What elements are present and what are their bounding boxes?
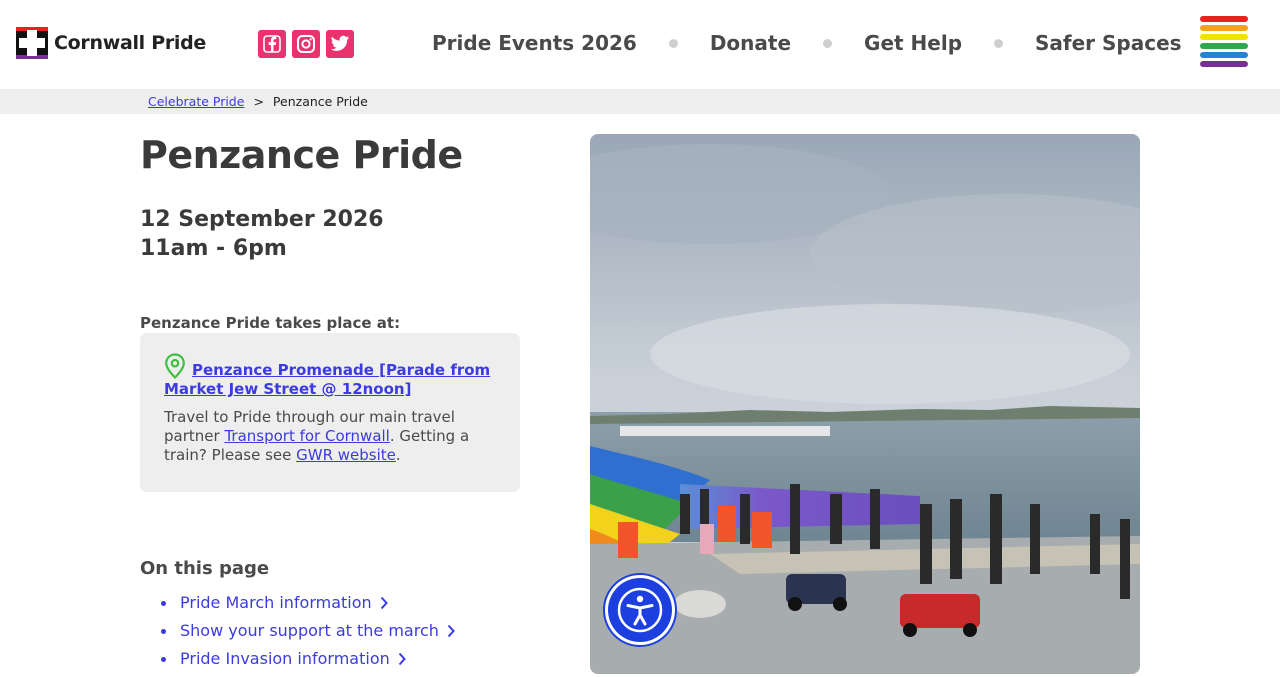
venue-name: Penzance Promenade [Parade from Market J… — [164, 361, 491, 398]
nav-separator-dot — [668, 38, 678, 48]
travel-text: . — [395, 446, 401, 464]
main-nav: Pride Events 2026 Donate Get Help Safer … — [432, 31, 1182, 55]
gwr-website-link[interactable]: GWR website — [296, 446, 396, 464]
nav-donate[interactable]: Donate — [710, 31, 791, 55]
venue-link[interactable]: Penzance Promenade [Parade from Market J… — [164, 353, 496, 399]
chevron-right-icon — [398, 652, 406, 666]
on-this-page-list: Pride March information Show your suppor… — [161, 593, 455, 677]
list-item[interactable]: Show your support at the march — [161, 621, 455, 649]
on-this-page-link[interactable]: Pride Invasion information — [180, 649, 390, 668]
on-this-page-link[interactable]: Show your support at the march — [180, 621, 439, 640]
list-item[interactable]: Pride March information — [161, 593, 455, 621]
chevron-right-icon — [380, 596, 388, 610]
event-photo — [590, 134, 1140, 674]
accessibility-button[interactable] — [608, 578, 672, 642]
site-header: Cornwall Pride Pride Events 2026 Donate … — [0, 0, 1280, 89]
breadcrumb: Celebrate Pride > Penzance Pride — [0, 89, 1280, 114]
site-logo[interactable]: Cornwall Pride — [16, 27, 206, 59]
travel-info: Travel to Pride through our main travel … — [164, 408, 496, 465]
on-this-page-heading: On this page — [140, 558, 270, 579]
on-this-page-link[interactable]: Pride March information — [180, 593, 372, 612]
event-datetime: 12 September 2026 11am - 6pm — [140, 205, 384, 263]
rainbow-menu-icon[interactable] — [1200, 16, 1248, 70]
nav-safer-spaces[interactable]: Safer Spaces — [1035, 31, 1182, 55]
logo-text: Cornwall Pride — [54, 32, 207, 54]
nav-separator-dot — [823, 38, 833, 48]
cornwall-flag-icon — [16, 27, 48, 59]
map-pin-icon — [165, 353, 185, 379]
nav-get-help[interactable]: Get Help — [864, 31, 962, 55]
nav-pride-events[interactable]: Pride Events 2026 — [432, 31, 637, 55]
place-label: Penzance Pride takes place at: — [140, 314, 401, 332]
instagram-icon[interactable] — [292, 30, 320, 58]
nav-separator-dot — [994, 38, 1004, 48]
event-date: 12 September 2026 — [140, 207, 384, 232]
event-time: 11am - 6pm — [140, 236, 287, 261]
venue-card: Penzance Promenade [Parade from Market J… — [140, 333, 520, 492]
breadcrumb-current: Penzance Pride — [272, 94, 368, 109]
accessibility-person-icon — [617, 587, 663, 633]
breadcrumb-parent-link[interactable]: Celebrate Pride — [148, 94, 244, 109]
breadcrumb-separator: > — [253, 94, 264, 109]
facebook-icon[interactable] — [258, 30, 286, 58]
chevron-right-icon — [447, 624, 455, 638]
social-links — [258, 30, 354, 58]
page-title: Penzance Pride — [140, 133, 463, 177]
twitter-icon[interactable] — [326, 30, 354, 58]
transport-for-cornwall-link[interactable]: Transport for Cornwall — [224, 427, 389, 445]
list-item[interactable]: Pride Invasion information — [161, 649, 455, 677]
